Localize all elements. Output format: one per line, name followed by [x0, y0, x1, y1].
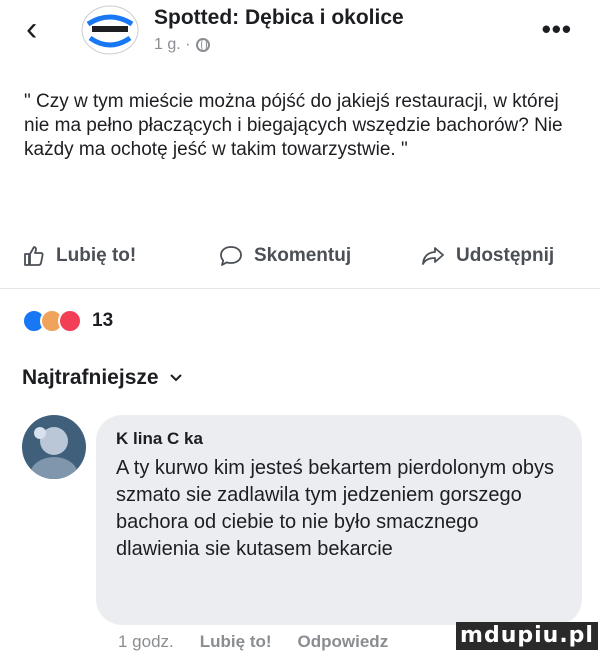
post-actions: Lubię to! Skomentuj Udostępnij — [0, 238, 600, 278]
comment-footer: 1 godz. Lubię to! Odpowiedz — [118, 632, 388, 652]
comment-bubble: K lina C ka A ty kurwo kim jesteś bekart… — [96, 415, 582, 625]
reaction-count: 13 — [92, 310, 114, 331]
post-meta: 1 g. · — [154, 36, 211, 54]
watermark-logo: mdupiu.pl — [456, 622, 598, 650]
comment-reply-button[interactable]: Odpowiedz — [298, 632, 389, 652]
chevron-left-icon[interactable]: ‹ — [26, 12, 37, 46]
comment-text: A ty kurwo kim jesteś bekartem pierdolon… — [116, 457, 554, 560]
page-avatar[interactable] — [80, 4, 140, 56]
comment-time: 1 godz. — [118, 632, 174, 651]
globe-icon — [196, 38, 211, 52]
divider — [0, 288, 600, 289]
page-name[interactable]: Spotted: Dębica i okolice — [154, 6, 404, 30]
comment-sort-dropdown[interactable]: Najtrafniejsze — [22, 366, 183, 390]
commenter-avatar[interactable] — [22, 415, 86, 479]
more-horizontal-icon[interactable]: ••• — [542, 14, 572, 45]
comment-button[interactable]: Skomentuj — [218, 244, 351, 268]
comment-like-button[interactable]: Lubię to! — [200, 632, 272, 652]
sort-label: Najtrafniejsze — [22, 366, 159, 389]
reactions-summary[interactable]: 13 — [22, 306, 113, 336]
chevron-down-icon — [169, 374, 182, 382]
share-icon — [422, 247, 444, 265]
post-text: " Czy w tym mieście można pójść do jakie… — [24, 91, 563, 160]
share-label: Udostępnij — [456, 245, 555, 266]
post-time: 1 g. · — [154, 36, 191, 53]
comment-author[interactable]: K lina C ka — [116, 429, 203, 449]
comment-icon — [220, 246, 242, 266]
like-button[interactable]: Lubię to! — [22, 244, 136, 268]
love-reaction-icon — [58, 309, 82, 333]
thumbs-up-icon — [24, 246, 44, 266]
share-button[interactable]: Udostępnij — [420, 244, 554, 268]
like-label: Lubię to! — [56, 245, 137, 266]
comment-label: Skomentuj — [254, 245, 352, 266]
post-header: ‹ Spotted: Dębica i okolice 1 g. · ••• — [0, 0, 600, 62]
